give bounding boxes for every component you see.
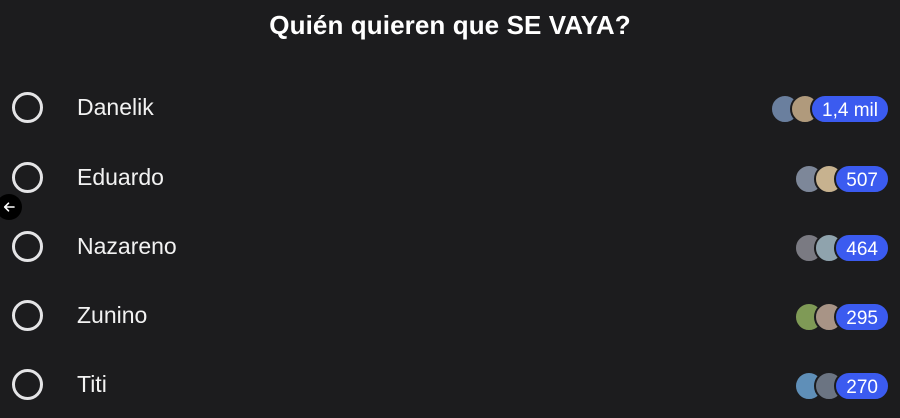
poll-option-titi[interactable]: Titi 270 (0, 357, 900, 417)
voters-summary[interactable]: 1,4 mil (770, 93, 890, 125)
option-label: Nazareno (77, 233, 177, 259)
option-label: Eduardo (77, 164, 164, 190)
poll-screen: Quién quieren que SE VAYA? Danelik 1,4 m… (0, 0, 900, 418)
vote-count-badge: 270 (834, 371, 890, 401)
poll-option-nazareno[interactable]: Nazareno 464 (0, 219, 900, 279)
option-label: Titi (77, 371, 107, 397)
poll-option-zunino[interactable]: Zunino 295 (0, 288, 900, 348)
option-label: Danelik (77, 94, 154, 120)
radio-unselected-icon[interactable] (12, 369, 43, 400)
radio-unselected-icon[interactable] (12, 300, 43, 331)
poll-question: Quién quieren que SE VAYA? (269, 10, 631, 40)
poll-option-eduardo[interactable]: Eduardo 507 (0, 150, 900, 210)
radio-unselected-icon[interactable] (12, 162, 43, 193)
voters-summary[interactable]: 464 (794, 232, 890, 264)
voters-summary[interactable]: 270 (794, 370, 890, 402)
option-label: Zunino (77, 302, 148, 328)
voters-summary[interactable]: 507 (794, 163, 890, 195)
poll-option-danelik[interactable]: Danelik 1,4 mil (0, 80, 900, 140)
radio-unselected-icon[interactable] (12, 92, 43, 123)
back-button[interactable] (0, 194, 22, 220)
radio-unselected-icon[interactable] (12, 231, 43, 262)
voters-summary[interactable]: 295 (794, 301, 890, 333)
vote-count-badge: 1,4 mil (810, 94, 890, 124)
vote-count-badge: 295 (834, 302, 890, 332)
vote-count-badge: 464 (834, 233, 890, 263)
arrow-left-icon (3, 202, 15, 212)
vote-count-badge: 507 (834, 164, 890, 194)
